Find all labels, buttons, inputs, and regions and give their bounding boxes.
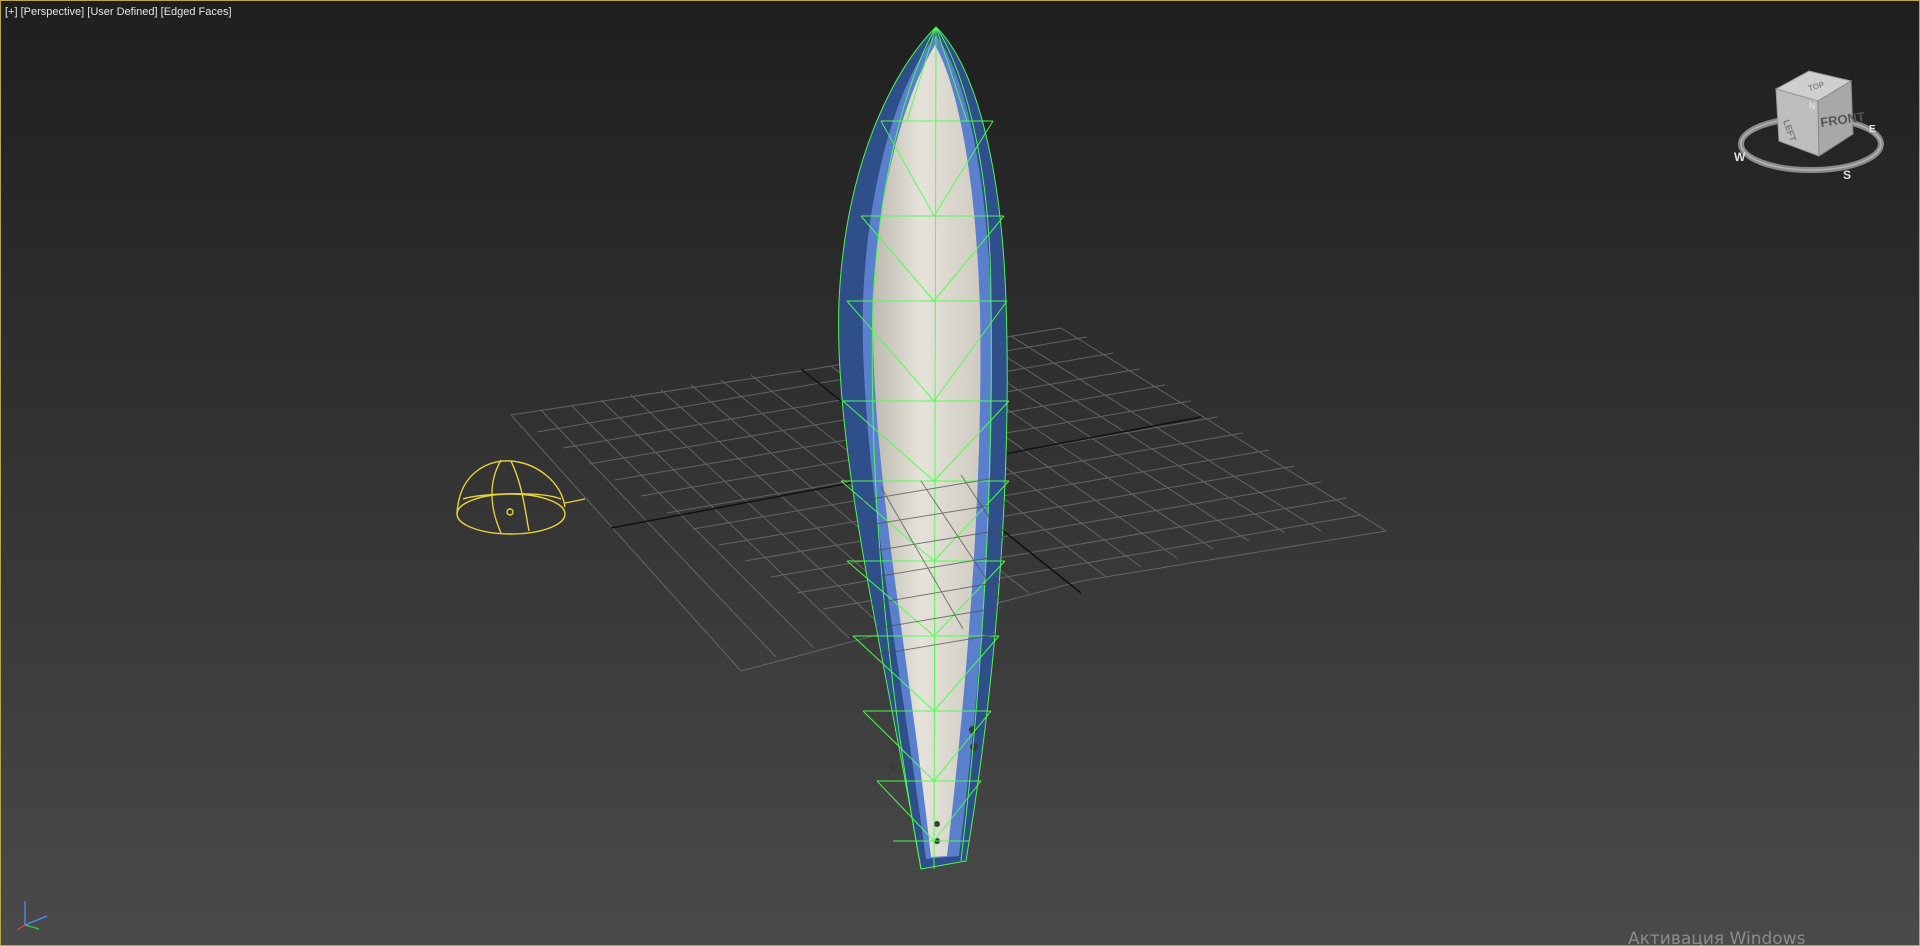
viewcube[interactable]: FRONT LEFT TOP N E W S <box>1734 70 1884 182</box>
compass-east-label: E <box>1869 124 1876 135</box>
scene-canvas[interactable]: FRONT LEFT TOP N E W S <box>1 1 1920 946</box>
surfboard-mesh[interactable] <box>838 26 1010 870</box>
perspective-viewport[interactable]: [+] [Perspective] [User Defined] [Edged … <box>0 0 1920 946</box>
compass-south-label: S <box>1843 168 1851 182</box>
compass-west-label: W <box>1734 150 1746 164</box>
compass-north-label: N <box>1809 101 1816 111</box>
skylight-helper[interactable] <box>456 459 586 535</box>
axis-tripod-icon <box>16 901 48 931</box>
windows-activation-watermark: Активация Windows <box>1628 929 1806 946</box>
